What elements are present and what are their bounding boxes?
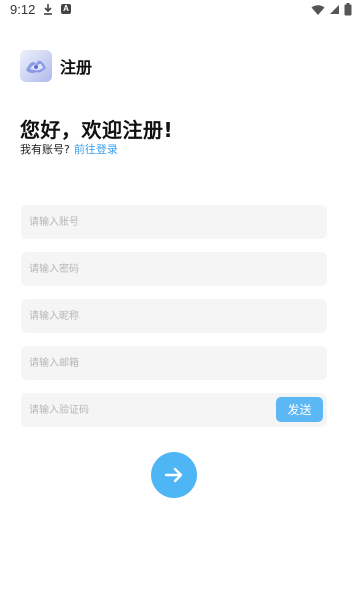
submit-button[interactable] xyxy=(151,452,197,498)
verification-code-input[interactable] xyxy=(21,393,271,427)
send-code-button[interactable]: 发送 xyxy=(276,397,323,422)
status-right xyxy=(311,3,352,16)
account-field xyxy=(21,205,327,239)
password-input[interactable] xyxy=(21,252,327,286)
have-account-text: 我有账号? xyxy=(20,143,70,156)
nickname-input[interactable] xyxy=(21,299,327,333)
download-icon xyxy=(44,4,52,15)
battery-icon xyxy=(344,3,352,16)
header: 注册 xyxy=(20,50,92,82)
wifi-icon xyxy=(311,4,325,15)
app-logo-icon xyxy=(20,50,52,82)
nickname-field xyxy=(21,299,327,333)
login-link[interactable]: 前往登录 xyxy=(74,141,118,157)
email-input[interactable] xyxy=(21,346,327,380)
verification-code-field: 发送 xyxy=(21,393,327,427)
arrow-right-icon xyxy=(164,467,183,483)
account-input[interactable] xyxy=(21,205,327,239)
login-prompt: 我有账号? 前往登录 xyxy=(20,141,118,157)
status-bar: 9:12 A xyxy=(0,0,360,20)
a-notification-icon: A xyxy=(61,4,71,14)
signal-icon xyxy=(330,5,339,14)
email-field xyxy=(21,346,327,380)
password-field xyxy=(21,252,327,286)
page-title: 注册 xyxy=(60,58,93,77)
status-time: 9:12 xyxy=(10,2,36,17)
greeting-title: 您好，欢迎注册! xyxy=(20,118,174,142)
